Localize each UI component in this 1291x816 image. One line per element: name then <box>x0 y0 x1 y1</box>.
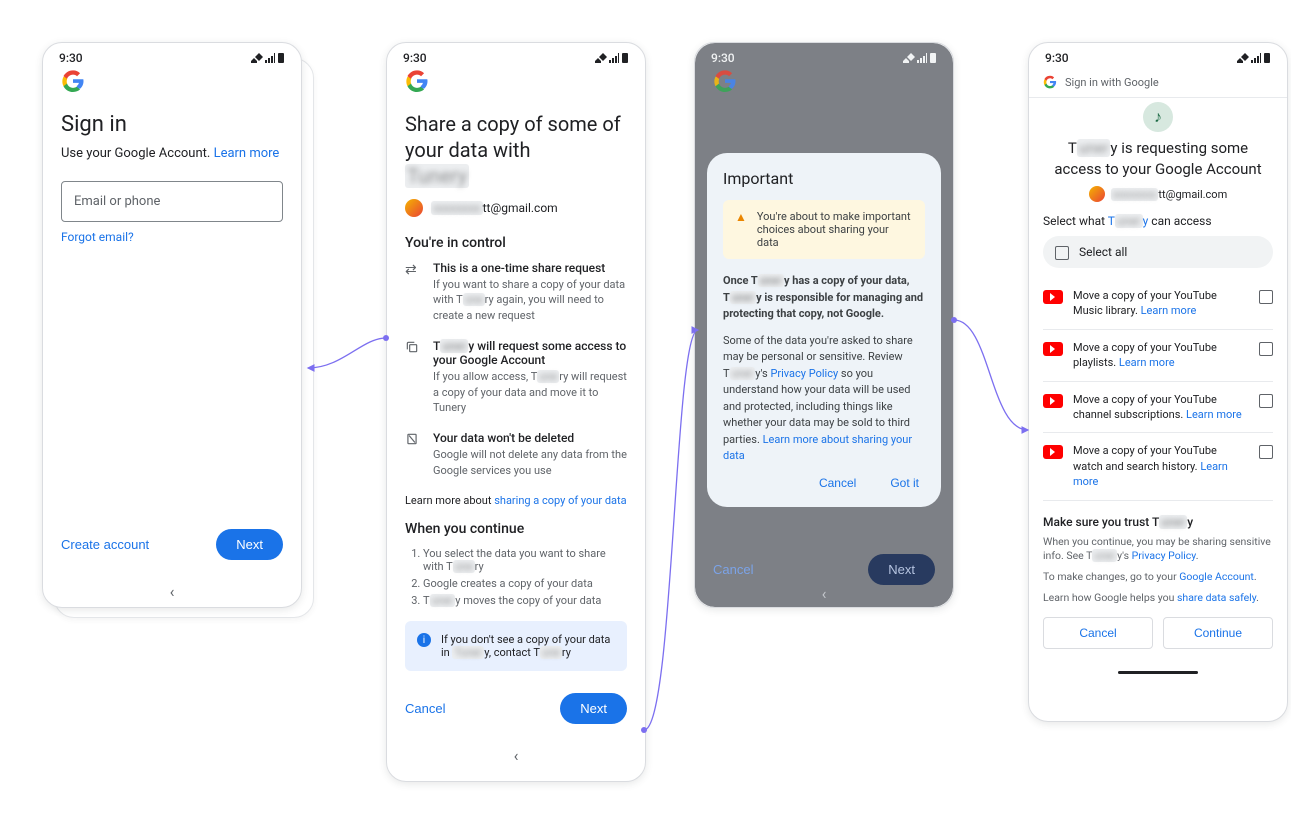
cancel-button[interactable]: Cancel <box>405 701 445 716</box>
dialog-gotit-button[interactable]: Got it <box>884 475 925 491</box>
next-button[interactable]: Next <box>216 529 283 560</box>
warning-icon: ▲ <box>735 210 747 224</box>
continue-button[interactable]: Continue <box>1163 617 1273 649</box>
forgot-email-link[interactable]: Forgot email? <box>61 230 134 244</box>
steps-list: You select the data you want to share wi… <box>405 547 627 607</box>
dialog-p1: Once Tunery has a copy of your data, Tun… <box>723 273 925 323</box>
status-bar: 9:30 <box>43 43 301 69</box>
account-email: xxxxxxxxtt@gmail.com <box>1111 188 1227 201</box>
avatar-icon <box>1089 186 1105 202</box>
google-logo-icon <box>1043 75 1057 89</box>
nav-back-icon[interactable]: ‹ <box>387 740 645 771</box>
status-time: 9:30 <box>59 51 83 65</box>
dialog-title: Important <box>723 169 925 188</box>
screen-signin: 9:30 Sign in Use your Google Account. Le… <box>42 42 302 608</box>
learn-more-link[interactable]: Learn more <box>1119 356 1175 369</box>
app-badge-icon: ♪ <box>1143 102 1173 132</box>
checkbox-icon[interactable] <box>1259 342 1273 356</box>
sync-icon: ⇄ <box>405 262 423 323</box>
checkbox-icon[interactable] <box>1259 290 1273 304</box>
checkbox-icon[interactable] <box>1259 394 1273 408</box>
perm-subscriptions[interactable]: Move a copy of your YouTube channel subs… <box>1043 382 1273 434</box>
info-access: Tunery will request some access to your … <box>405 339 627 415</box>
page-title: Share a copy of some of your data with T… <box>405 111 627 189</box>
page-title: Sign in <box>61 111 283 140</box>
info-icon: i <box>417 633 431 647</box>
sign-in-with-google-bar: Sign in with Google <box>1029 69 1287 98</box>
google-logo-icon <box>713 69 737 93</box>
learn-more-link[interactable]: Learn more <box>1141 304 1197 317</box>
subtitle: Use your Google Account. Learn more <box>61 146 283 161</box>
youtube-icon <box>1043 445 1063 459</box>
status-bar: 9:30 <box>1029 43 1287 69</box>
app-name-redacted: Tunery <box>405 164 469 188</box>
account-chip[interactable]: xxxxxxxxtt@gmail.com <box>1043 186 1273 202</box>
select-all-toggle[interactable]: Select all <box>1043 236 1273 268</box>
share-safely-link[interactable]: share data safely <box>1177 591 1256 604</box>
next-button[interactable]: Next <box>560 693 627 724</box>
cancel-button[interactable]: Cancel <box>1043 617 1153 649</box>
learn-more-row: Learn more about sharing a copy of your … <box>405 494 627 507</box>
status-icons <box>251 52 285 64</box>
info-nodelete: Your data won't be deleted Google will n… <box>405 431 627 478</box>
trust-heading: Make sure you trust Tunery <box>1043 515 1273 529</box>
perm-music-library[interactable]: Move a copy of your YouTube Music librar… <box>1043 278 1273 330</box>
perm-playlists[interactable]: Move a copy of your YouTube playlists. L… <box>1043 330 1273 382</box>
flow-arrow-3 <box>950 310 1034 470</box>
create-account-button[interactable]: Create account <box>61 537 149 552</box>
request-title: Tunery is requesting some access to your… <box>1043 138 1273 180</box>
google-logo-icon <box>61 69 85 93</box>
warning-banner: ▲ You're about to make important choices… <box>723 200 925 259</box>
sharing-link[interactable]: sharing a copy of your data <box>494 494 626 507</box>
bg-cancel-button: Cancel <box>713 562 753 577</box>
perm-history[interactable]: Move a copy of your YouTube watch and se… <box>1043 433 1273 500</box>
youtube-icon <box>1043 290 1063 304</box>
youtube-icon <box>1043 394 1063 408</box>
youtube-icon <box>1043 342 1063 356</box>
section-control: You're in control <box>405 235 627 251</box>
status-time: 9:30 <box>1045 51 1069 65</box>
avatar-icon <box>405 199 423 217</box>
screen-important-modal: 9:30 Cancel Next ‹ Important ▲ <box>694 42 954 608</box>
google-logo-icon <box>405 69 429 93</box>
important-dialog: Important ▲ You're about to make importa… <box>707 153 941 507</box>
flow-arrow-1 <box>302 320 392 380</box>
screen-permissions: 9:30 Sign in with Google ♪ Tunery is req… <box>1028 42 1288 722</box>
privacy-link[interactable]: Privacy Policy <box>770 367 838 380</box>
account-chip[interactable]: xxxxxxxxtt@gmail.com <box>405 199 627 217</box>
dialog-cancel-button[interactable]: Cancel <box>813 475 862 491</box>
copy-icon <box>405 340 423 415</box>
privacy-link[interactable]: Privacy Policy <box>1132 549 1196 562</box>
status-bar: 9:30 <box>387 43 645 69</box>
home-indicator <box>1118 671 1198 674</box>
account-email: xxxxxxxxtt@gmail.com <box>431 201 558 215</box>
email-field[interactable]: Email or phone <box>61 181 283 222</box>
checkbox-icon[interactable] <box>1259 445 1273 459</box>
info-onetime: ⇄ This is a one-time share request If yo… <box>405 261 627 323</box>
learn-more-link[interactable]: Learn more <box>214 146 280 161</box>
section-continue: When you continue <box>405 521 627 537</box>
no-delete-icon <box>405 432 423 478</box>
status-time: 9:30 <box>403 51 427 65</box>
select-heading: Select what Tunery can access <box>1043 214 1273 228</box>
info-callout: i If you don't see a copy of your data i… <box>405 621 627 671</box>
nav-back-icon: ‹ <box>695 578 953 608</box>
checkbox-icon <box>1055 246 1069 260</box>
dialog-p2: Some of the data you're asked to share m… <box>723 333 925 465</box>
google-account-link[interactable]: Google Account <box>1179 570 1254 583</box>
screen-share-consent: 9:30 Share a copy of some of your data w… <box>386 42 646 782</box>
status-icons <box>595 52 629 64</box>
learn-more-link[interactable]: Learn more <box>1186 408 1242 421</box>
status-icons <box>1237 52 1271 64</box>
nav-back-icon[interactable]: ‹ <box>43 576 301 607</box>
